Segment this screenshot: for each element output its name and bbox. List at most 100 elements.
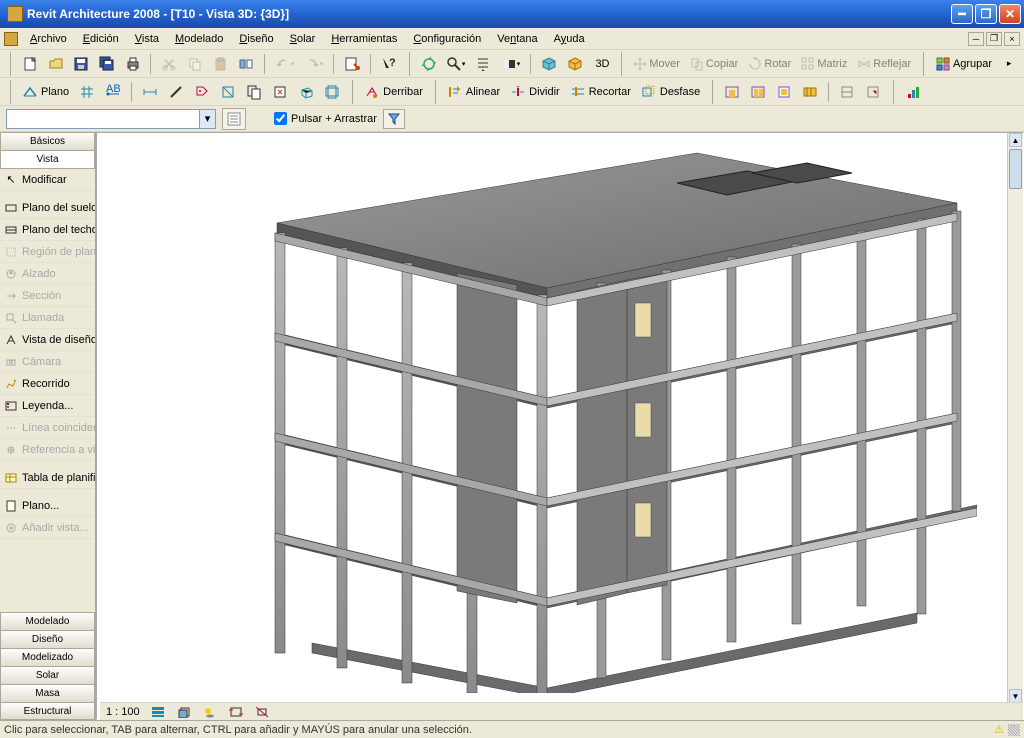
alinear-button[interactable]: Alinear: [443, 81, 504, 103]
copy-button[interactable]: [183, 53, 207, 75]
maximize-button[interactable]: ❐: [975, 4, 997, 24]
sidebar-item-vista-diseno[interactable]: Vista de diseño: [0, 329, 95, 351]
reflejar-button[interactable]: Reflejar: [853, 53, 915, 75]
toolbar-overflow[interactable]: ▸: [998, 53, 1020, 75]
sidebar-item-plano-suelo[interactable]: Plano del suelo...: [0, 197, 95, 219]
tool-c-button[interactable]: [772, 81, 796, 103]
tool-b-button[interactable]: [746, 81, 770, 103]
3d-viewport[interactable]: ▲ ▼: [96, 132, 1024, 720]
model-graphics-icon[interactable]: [176, 705, 192, 719]
tool-f-button[interactable]: [861, 81, 885, 103]
sidebar-item-leyenda[interactable]: Leyenda...: [0, 395, 95, 417]
tab-masa[interactable]: Masa: [0, 684, 95, 702]
dividir-button[interactable]: Dividir: [506, 81, 564, 103]
hide-isolate-icon[interactable]: [254, 705, 270, 719]
sidebar-item-plano-techo[interactable]: Plano del techo: [0, 219, 95, 241]
menu-solar[interactable]: Solar: [282, 31, 324, 47]
tab-modelado[interactable]: Modelado: [0, 612, 95, 630]
mdi-close-button[interactable]: ×: [1004, 32, 1020, 46]
manage-links-button[interactable]: [340, 53, 364, 75]
matchtype-button[interactable]: [234, 53, 258, 75]
sidebar-item-tabla-planifi[interactable]: Tabla de planifi: [0, 467, 95, 489]
saveall-button[interactable]: [95, 53, 119, 75]
menu-configuracion[interactable]: Configuración: [405, 31, 489, 47]
detail-level-icon[interactable]: [150, 705, 166, 719]
dynview-button[interactable]: [417, 53, 441, 75]
close-button[interactable]: ✕: [999, 4, 1021, 24]
ref-plane-button[interactable]: ABC: [101, 81, 125, 103]
tab-basicos[interactable]: Básicos: [0, 132, 95, 150]
menu-archivo[interactable]: Archivo: [22, 31, 75, 47]
shadows-icon[interactable]: [202, 705, 218, 719]
undo-button[interactable]: ▾: [271, 53, 298, 75]
desfase-button[interactable]: Desfase: [637, 81, 704, 103]
press-drag-checkbox[interactable]: Pulsar + Arrastrar: [274, 112, 377, 125]
resize-grip[interactable]: [1008, 724, 1020, 736]
section-box-button[interactable]: [216, 81, 240, 103]
tab-diseno[interactable]: Diseño: [0, 630, 95, 648]
vertical-scrollbar[interactable]: ▲ ▼: [1007, 133, 1023, 703]
filter-button[interactable]: [383, 109, 405, 129]
3d-camera-button[interactable]: [563, 53, 587, 75]
minimize-button[interactable]: ━: [951, 4, 973, 24]
grid-button[interactable]: [75, 81, 99, 103]
properties-button[interactable]: [222, 108, 246, 130]
plano-button[interactable]: Plano: [18, 81, 73, 103]
cut-button[interactable]: [157, 53, 181, 75]
tool-d-button[interactable]: [798, 81, 822, 103]
mdi-icon[interactable]: [4, 32, 18, 46]
menu-edicion[interactable]: Edición: [75, 31, 127, 47]
shading-button[interactable]: ▾: [497, 53, 524, 75]
redo-button[interactable]: ▾: [300, 53, 327, 75]
scroll-thumb[interactable]: [1009, 149, 1022, 189]
context-help-button[interactable]: ?: [377, 53, 401, 75]
matriz-button[interactable]: Matriz: [797, 53, 851, 75]
thinlines-button[interactable]: [471, 53, 495, 75]
mover-button[interactable]: Mover: [629, 53, 684, 75]
sidebar-item-plano-sheet[interactable]: Plano...: [0, 495, 95, 517]
menu-ayuda[interactable]: Ayuda: [546, 31, 593, 47]
warning-icon[interactable]: ⚠: [994, 723, 1004, 736]
tool-a-button[interactable]: [720, 81, 744, 103]
rotar-button[interactable]: Rotar: [744, 53, 795, 75]
dimension-button[interactable]: [138, 81, 162, 103]
menu-diseno[interactable]: Diseño: [231, 31, 281, 47]
paste-aligned-button[interactable]: [268, 81, 292, 103]
sidebar-item-modificar[interactable]: ↖Modificar: [0, 169, 95, 191]
menu-modelado[interactable]: Modelado: [167, 31, 231, 47]
scroll-up-button[interactable]: ▲: [1009, 133, 1022, 147]
copy-view-button[interactable]: [242, 81, 266, 103]
save-button[interactable]: [69, 53, 93, 75]
zoom-button[interactable]: ▾: [442, 53, 469, 75]
scroll-down-button[interactable]: ▼: [1009, 689, 1022, 703]
type-selector[interactable]: ▾: [6, 109, 216, 129]
mdi-restore-button[interactable]: ❐: [986, 32, 1002, 46]
crop-icon[interactable]: [228, 705, 244, 719]
sidebar-item-recorrido[interactable]: Recorrido: [0, 373, 95, 395]
tab-estructural[interactable]: Estructural: [0, 702, 95, 720]
tab-modelizado[interactable]: Modelizado: [0, 648, 95, 666]
tag-button[interactable]: [190, 81, 214, 103]
scale-label[interactable]: 1 : 100: [106, 706, 140, 718]
menu-ventana[interactable]: Ventana: [489, 31, 545, 47]
derribar-button[interactable]: Derribar: [360, 81, 427, 103]
tab-vista[interactable]: Vista: [0, 150, 95, 168]
agrupar-button[interactable]: Agrupar: [931, 53, 996, 75]
tool-g-button[interactable]: [901, 81, 925, 103]
tool-e-button[interactable]: [835, 81, 859, 103]
line-button[interactable]: [164, 81, 188, 103]
tab-solar[interactable]: Solar: [0, 666, 95, 684]
3d-label[interactable]: 3D: [589, 53, 614, 75]
paste-button[interactable]: [209, 53, 233, 75]
print-button[interactable]: [121, 53, 145, 75]
new-button[interactable]: [18, 53, 42, 75]
menu-herramientas[interactable]: Herramientas: [323, 31, 405, 47]
chevron-down-icon[interactable]: ▾: [199, 110, 215, 128]
3dbox-button[interactable]: [294, 81, 318, 103]
recortar-button[interactable]: Recortar: [566, 81, 635, 103]
3d-default-button[interactable]: [537, 53, 561, 75]
mdi-minimize-button[interactable]: ─: [968, 32, 984, 46]
scope-box-button[interactable]: [320, 81, 344, 103]
menu-vista[interactable]: Vista: [127, 31, 167, 47]
open-button[interactable]: [44, 53, 68, 75]
